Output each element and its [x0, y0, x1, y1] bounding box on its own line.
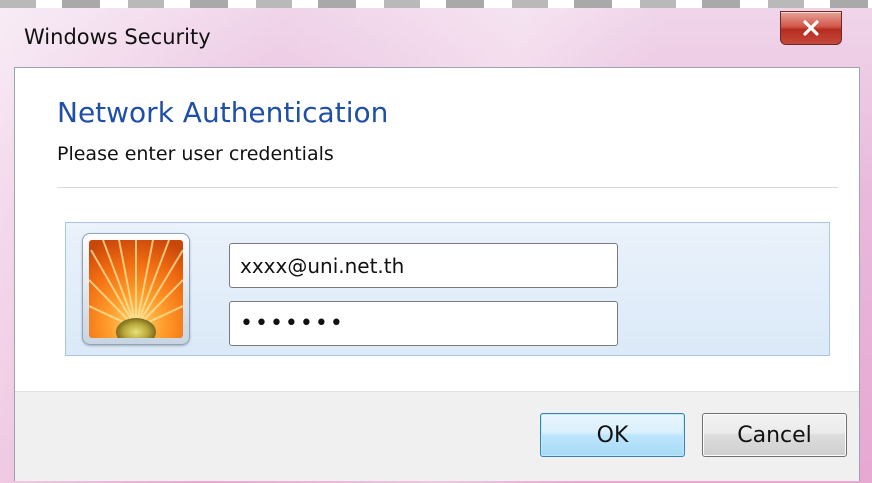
dialog-heading: Network Authentication [57, 96, 389, 129]
user-tile-flower-icon [89, 240, 183, 338]
close-button[interactable] [780, 11, 842, 45]
password-field[interactable]: ••••••• [229, 301, 618, 346]
windows-security-dialog: Windows Security Network Authentication … [0, 0, 872, 483]
dialog-footer: OK Cancel [15, 391, 859, 481]
cancel-button[interactable]: Cancel [702, 413, 847, 457]
background-strip [0, 0, 872, 8]
dialog-content: Network Authentication Please enter user… [14, 67, 860, 481]
separator [57, 187, 838, 188]
user-avatar [82, 233, 190, 345]
dialog-subheading: Please enter user credentials [57, 143, 334, 165]
credential-tile[interactable]: xxxx@uni.net.th ••••••• [65, 222, 830, 356]
ok-button[interactable]: OK [540, 413, 685, 457]
username-field[interactable]: xxxx@uni.net.th [229, 243, 618, 288]
close-icon [803, 20, 819, 36]
window-title: Windows Security [24, 25, 211, 49]
